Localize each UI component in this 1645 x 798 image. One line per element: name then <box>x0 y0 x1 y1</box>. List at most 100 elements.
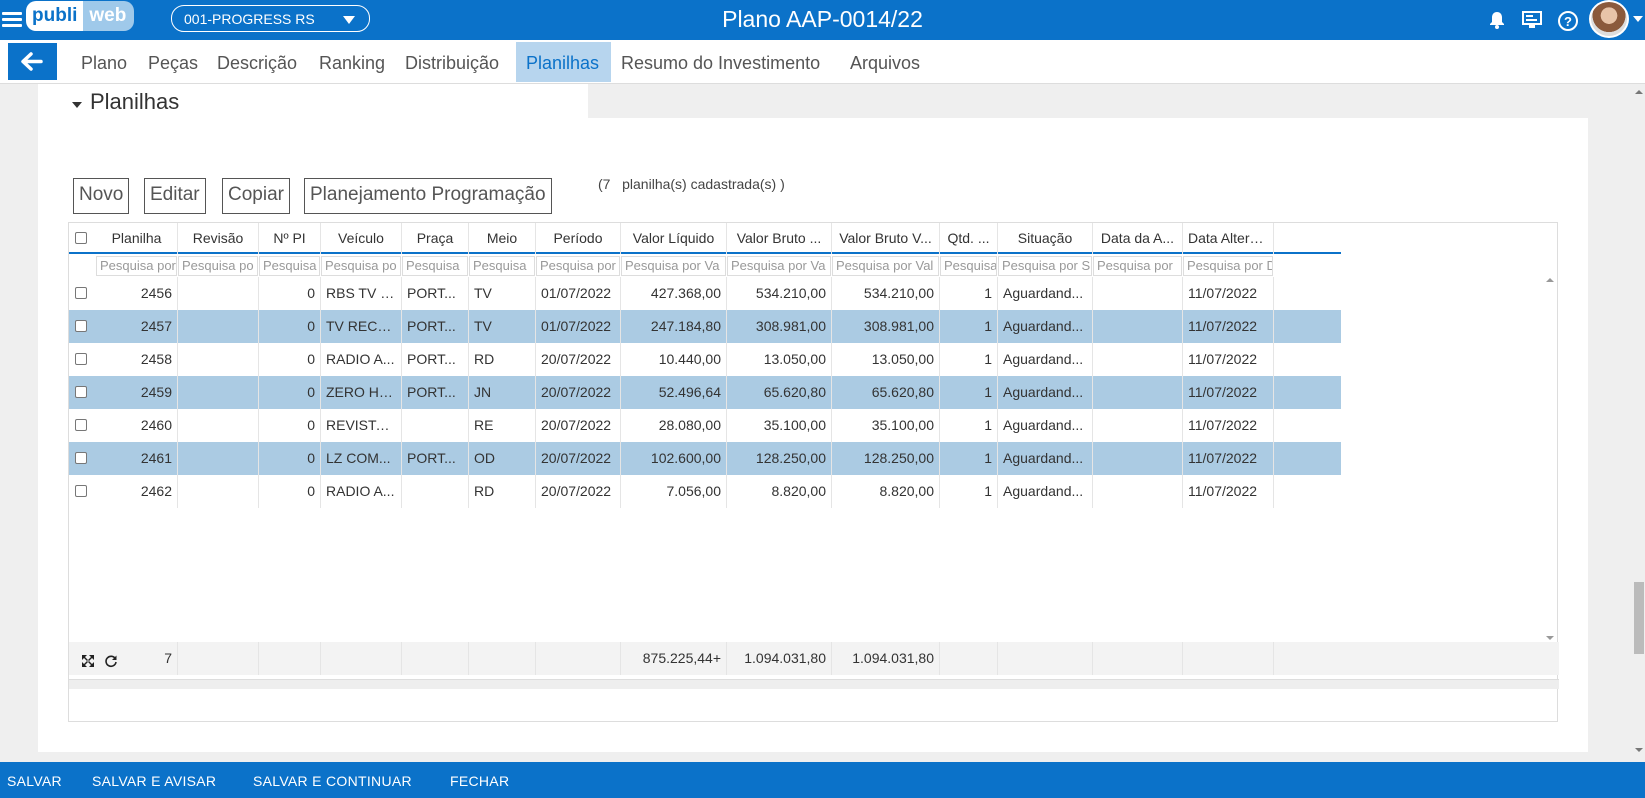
table-cell: 10.440,00 <box>621 343 727 376</box>
column-filter-input[interactable]: Pesquisa <box>402 256 468 276</box>
column-header[interactable]: Valor Líquido <box>621 223 727 254</box>
column-filter-input[interactable]: Pesquisa por D <box>1183 256 1273 276</box>
column-filter-input[interactable]: Pesquisa por <box>1093 256 1182 276</box>
refresh-icon[interactable] <box>103 653 119 669</box>
footer-total-cell <box>402 642 469 675</box>
salvar-button[interactable]: SALVAR <box>7 773 62 789</box>
column-filter-input[interactable]: Pesquisa por Va <box>621 256 726 276</box>
column-filter-input[interactable]: Pesquisa <box>469 256 535 276</box>
column-header[interactable]: Praça <box>402 223 469 254</box>
column-filter-input[interactable]: Pesquisa por S <box>998 256 1092 276</box>
column-filter-input[interactable]: Pesquisa por <box>536 256 620 276</box>
avatar-chevron-down-icon[interactable] <box>1633 16 1643 22</box>
column-filter-input[interactable]: Pesquisa por <box>96 256 177 276</box>
table-cell: TV RECO... <box>321 310 402 343</box>
table-cell: Aguardand... <box>998 310 1093 343</box>
column-filter-input[interactable]: Pesquisa por Val <box>832 256 939 276</box>
table-row[interactable]: 2460 0 REVISTA ... RE 20/07/2022 28.080,00 35.… <box>69 409 1341 442</box>
tab-plano[interactable]: Plano <box>81 42 127 82</box>
table-cell: OD <box>469 442 536 475</box>
column-header[interactable]: Nº PI <box>259 223 321 254</box>
tab-bar: Plano Peças Descrição Ranking Distribuiç… <box>0 40 1645 84</box>
row-checkbox[interactable] <box>75 452 87 464</box>
row-checkbox[interactable] <box>75 485 87 497</box>
caret-down-icon[interactable] <box>72 102 82 108</box>
fechar-button[interactable]: FECHAR <box>450 773 509 789</box>
column-header[interactable]: Veículo <box>321 223 402 254</box>
table-cell: 65.620,80 <box>832 376 940 409</box>
editar-button[interactable]: Editar <box>144 178 206 214</box>
table-cell: 20/07/2022 <box>536 475 621 508</box>
table-row[interactable]: 2461 0 LZ COM... PORT... OD 20/07/2022 102.600… <box>69 442 1341 475</box>
table-row[interactable]: 2457 0 TV RECO... PORT... TV 01/07/2022 247.18… <box>69 310 1341 343</box>
table-row[interactable]: 2456 0 RBS TV P... PORT... TV 01/07/2022 427.3… <box>69 277 1341 310</box>
table-cell <box>402 409 469 442</box>
table-cell: 28.080,00 <box>621 409 727 442</box>
column-header[interactable]: Situação <box>998 223 1093 254</box>
column-header[interactable]: Meio <box>469 223 536 254</box>
tab-distribuicao[interactable]: Distribuição <box>405 42 499 82</box>
table-cell: PORT... <box>402 277 469 310</box>
tab-ranking[interactable]: Ranking <box>319 42 385 82</box>
column-header[interactable]: Planilha <box>96 223 178 254</box>
row-checkbox[interactable] <box>75 353 87 365</box>
page-scrollbar[interactable] <box>1633 84 1645 758</box>
salvar-e-continuar-button[interactable]: SALVAR E CONTINUAR <box>253 773 412 789</box>
expand-icon[interactable] <box>80 653 96 669</box>
footer-total-cell <box>321 642 402 675</box>
monitor-icon[interactable] <box>1521 10 1543 30</box>
column-filter-input[interactable]: Pesquisa po <box>321 256 401 276</box>
column-header[interactable]: Revisão <box>178 223 259 254</box>
column-header[interactable]: Data da A... <box>1093 223 1183 254</box>
bell-icon[interactable] <box>1487 10 1507 30</box>
tab-resumo-investimento[interactable]: Resumo do Investimento <box>621 42 820 82</box>
table-row[interactable]: 2458 0 RADIO A... PORT... RD 20/07/2022 10.440… <box>69 343 1341 376</box>
column-filter-input[interactable]: Pesquisa <box>940 256 997 276</box>
table-cell <box>178 442 259 475</box>
column-filter-input[interactable]: Pesquisa por Va <box>727 256 831 276</box>
back-button[interactable] <box>8 43 57 80</box>
table-cell: 2459 <box>96 376 178 409</box>
table-cell: 0 <box>259 310 321 343</box>
row-checkbox[interactable] <box>75 320 87 332</box>
table-cell: 1 <box>940 475 998 508</box>
help-icon[interactable]: ? <box>1557 10 1579 32</box>
column-filter-input[interactable]: Pesquisa <box>259 256 320 276</box>
column-header[interactable]: Período <box>536 223 621 254</box>
tab-pecas[interactable]: Peças <box>148 42 198 82</box>
table-cell: 11/07/2022 <box>1183 376 1274 409</box>
planejamento-programacao-button[interactable]: Planejamento Programação <box>304 178 552 214</box>
column-header[interactable]: Valor Bruto ... <box>727 223 832 254</box>
page-title: Plano AAP-0014/22 <box>722 6 923 32</box>
salvar-e-avisar-button[interactable]: SALVAR E AVISAR <box>92 773 216 789</box>
bottom-action-bar: SALVAR SALVAR E AVISAR SALVAR E CONTINUA… <box>0 762 1645 798</box>
column-header[interactable]: Qtd. ... <box>940 223 998 254</box>
table-cell: 1 <box>940 343 998 376</box>
table-cell: JN <box>469 376 536 409</box>
grid-scrollbar[interactable] <box>1543 274 1557 644</box>
table-row[interactable]: 2462 0 RADIO A... RD 20/07/2022 7.056,00 8.820… <box>69 475 1341 508</box>
table-cell: LZ COM... <box>321 442 402 475</box>
table-cell: 11/07/2022 <box>1183 277 1274 310</box>
column-filter-input[interactable]: Pesquisa po <box>178 256 258 276</box>
row-checkbox[interactable] <box>75 419 87 431</box>
section-title[interactable]: Planilhas <box>90 89 179 115</box>
row-checkbox[interactable] <box>75 386 87 398</box>
column-header[interactable]: Data Altera... <box>1183 223 1274 254</box>
avatar[interactable] <box>1589 0 1629 38</box>
table-cell: 0 <box>259 475 321 508</box>
table-cell: 20/07/2022 <box>536 343 621 376</box>
novo-button[interactable]: Novo <box>73 178 130 214</box>
tab-planilhas[interactable]: Planilhas <box>516 42 611 82</box>
grid-splitter[interactable] <box>69 679 1559 689</box>
copiar-button[interactable]: Copiar <box>222 178 290 214</box>
tab-arquivos[interactable]: Arquivos <box>850 42 920 82</box>
row-checkbox[interactable] <box>75 287 87 299</box>
table-cell: 1 <box>940 409 998 442</box>
table-row[interactable]: 2459 0 ZERO HO... PORT... JN 20/07/2022 52.496… <box>69 376 1341 409</box>
select-all-checkbox[interactable] <box>75 232 87 244</box>
table-cell <box>178 277 259 310</box>
column-header[interactable]: Valor Bruto V... <box>832 223 940 254</box>
tab-descricao[interactable]: Descrição <box>217 42 297 82</box>
top-bar: publi web 001-PROGRESS RS Plano AAP-0014… <box>0 0 1645 40</box>
